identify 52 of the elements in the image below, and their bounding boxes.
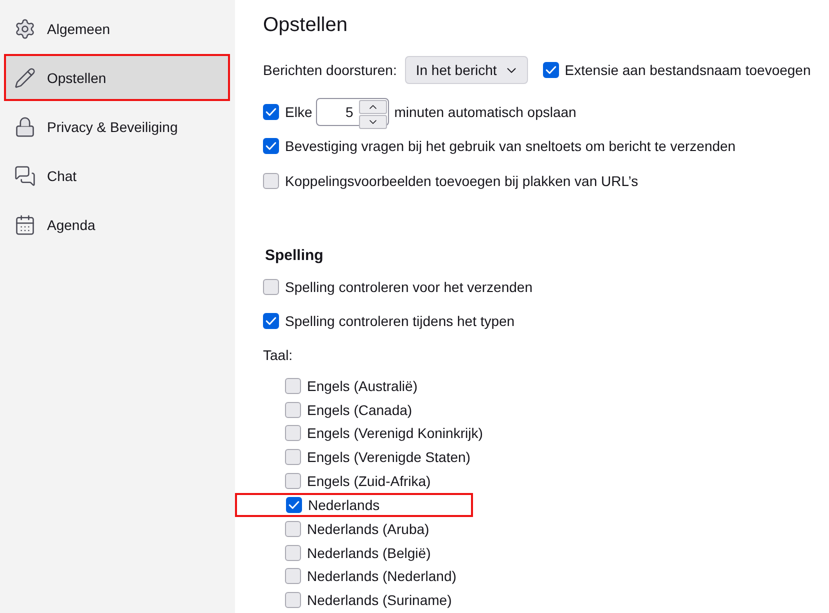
spin-up-button[interactable] <box>359 100 388 114</box>
sidebar-item[interactable]: Algemeen <box>4 5 230 52</box>
checkbox[interactable] <box>285 544 301 560</box>
checkbox[interactable] <box>285 378 301 394</box>
number-value: 5 <box>344 103 354 122</box>
field-label: Berichten doorsturen: <box>263 62 397 78</box>
language-label: Nederlands <box>308 496 380 513</box>
section-heading: Spelling <box>265 246 324 266</box>
checkbox[interactable] <box>285 592 301 608</box>
number-field[interactable]: 5 <box>316 98 390 126</box>
checkbox[interactable] <box>285 402 301 418</box>
option-label: Spelling controleren tijdens het typen <box>285 313 515 329</box>
sidebar-item[interactable]: Privacy & Beveiliging <box>4 103 230 150</box>
field-label: Taal: <box>263 347 293 363</box>
language-label: Engels (Australië) <box>307 378 418 394</box>
option-label: Koppelingsvoorbeelden toevoegen bij plakken van URL’s <box>285 173 638 189</box>
page-title: Opstellen <box>263 13 348 38</box>
checkbox[interactable] <box>285 568 301 584</box>
checkbox[interactable] <box>263 279 279 295</box>
padlock-icon <box>14 116 36 138</box>
gear-icon <box>14 18 36 40</box>
pencil-icon <box>14 66 36 88</box>
sidebar-item[interactable]: Agenda <box>4 201 230 248</box>
language-label: Nederlands (België) <box>307 544 431 560</box>
checkbox[interactable] <box>263 104 279 120</box>
checkbox[interactable] <box>285 520 301 537</box>
checkbox[interactable] <box>285 449 301 466</box>
language-label: Engels (Verenigd Koninkrijk) <box>307 425 483 442</box>
language-label: Nederlands (Suriname) <box>307 592 452 608</box>
sidebar-item[interactable]: Chat <box>4 152 230 199</box>
checkbox[interactable] <box>285 473 301 490</box>
checkbox[interactable] <box>285 425 301 442</box>
option-label: minuten automatisch opslaan <box>394 104 576 120</box>
language-label: Engels (Zuid-Afrika) <box>307 473 431 490</box>
checkbox[interactable] <box>263 173 279 189</box>
checkbox[interactable] <box>542 62 559 78</box>
option-label: Extensie aan bestandsnaam toevoegen <box>564 62 811 78</box>
checkbox[interactable] <box>263 138 279 154</box>
option-label: Bevestiging vragen bij het gebruik van sneltoets om bericht te verzenden <box>285 138 736 154</box>
checkbox[interactable] <box>286 496 302 513</box>
speech-bubbles-icon <box>14 164 36 186</box>
option-label: Elke <box>285 104 312 120</box>
language-label: Engels (Canada) <box>307 402 412 418</box>
spin-down-button[interactable] <box>359 115 388 129</box>
sidebar-item[interactable]: Opstellen <box>4 54 230 101</box>
language-label: Nederlands (Nederland) <box>307 568 456 584</box>
dropdown-button[interactable]: In het bericht <box>404 56 528 84</box>
language-label: Engels (Verenigde Staten) <box>307 449 470 466</box>
option-label: Spelling controleren voor het verzenden <box>285 279 532 295</box>
checkbox[interactable] <box>263 313 279 329</box>
language-label: Nederlands (Aruba) <box>307 520 430 537</box>
calendar-icon <box>14 214 36 236</box>
